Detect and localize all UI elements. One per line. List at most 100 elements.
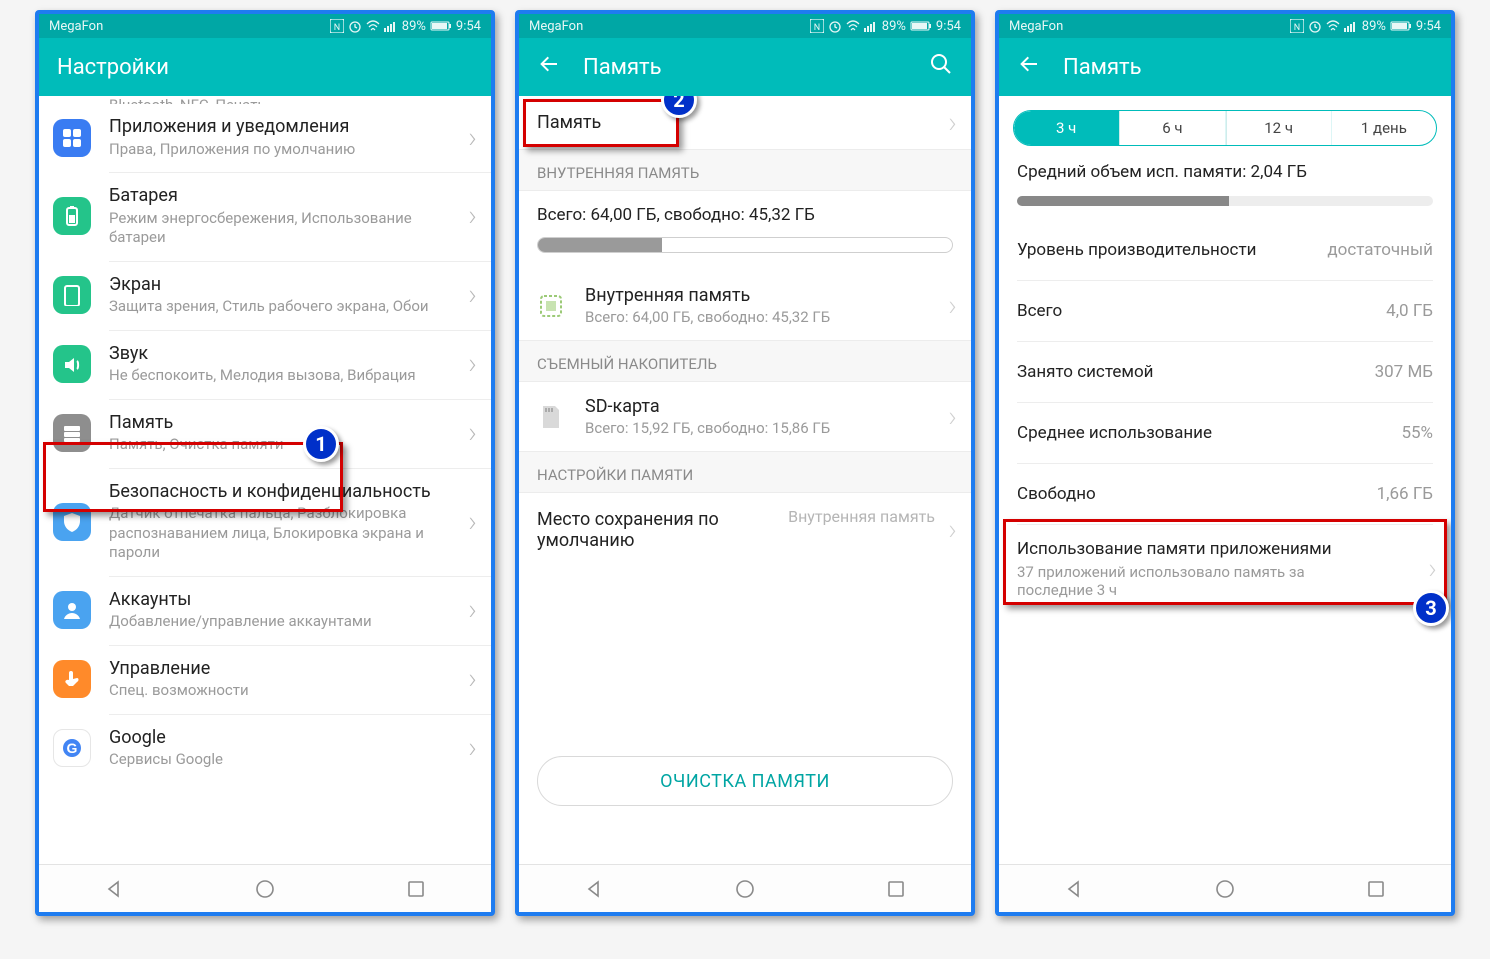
screen-memory: MegaFon 89% 9:54 Память 3 ч 6 ч 12 ч 1 д… [995,10,1455,916]
total-row: Всего4,0 ГБ [999,281,1451,341]
cutoff-row: Bluetooth, NFC, Печать [39,96,491,104]
nfc-icon [810,19,824,33]
page-title: Настройки [57,55,473,80]
battery-pct: 89% [402,19,426,34]
nav-recent-icon[interactable] [885,878,907,900]
settings-list[interactable]: Bluetooth, NFC, Печать Приложения и увед… [39,96,491,864]
section-settings: НАСТРОЙКИ ПАМЯТИ [519,451,971,493]
back-button[interactable] [537,52,561,82]
status-icons: 89% 9:54 [330,19,481,34]
alarm-icon [828,19,842,33]
shield-icon [53,503,91,541]
item-title: Приложения и уведомления [109,116,445,139]
internal-storage-row[interactable]: Внутренняя памятьВсего: 64,00 ГБ, свобод… [519,271,971,340]
nav-back-icon[interactable] [1063,878,1085,900]
signal-icon [384,19,398,33]
clean-storage-button[interactable]: ОЧИСТКА ПАМЯТИ [537,756,953,806]
nav-home-icon[interactable] [1214,878,1236,900]
settings-item-battery[interactable]: БатареяРежим энергосбережения, Использов… [39,173,491,261]
page-title: Память [583,55,907,80]
section-internal: ВНУТРЕННЯЯ ПАМЯТЬ [519,149,971,191]
nav-recent-icon[interactable] [405,878,427,900]
perf-level-row: Уровень производительностидостаточный [999,220,1451,280]
signal-icon [864,19,878,33]
storage-content[interactable]: Память ВНУТРЕННЯЯ ПАМЯТЬ Всего: 64,00 ГБ… [519,96,971,864]
wifi-icon [1326,19,1340,33]
avg-use-row: Среднее использование55% [999,403,1451,463]
storage-bar [537,237,953,253]
memory-bar-fill [1017,196,1229,206]
back-button[interactable] [1017,52,1041,82]
screen-storage: MegaFon 89% 9:54 Память Память ВНУТРЕННЯ… [515,10,975,916]
wifi-icon [846,19,860,33]
ram-row[interactable]: Память [519,96,971,149]
app-bar: Настройки [39,38,491,96]
nav-back-icon[interactable] [103,878,125,900]
account-icon [53,591,91,629]
settings-item-storage[interactable]: ПамятьПамять, Очистка памяти [39,400,491,468]
nav-bar [39,864,491,912]
sd-card-icon [533,399,569,435]
status-bar: MegaFon 89% 9:54 [999,14,1451,38]
settings-item-accounts[interactable]: АккаунтыДобавление/управление аккаунтами [39,577,491,645]
sd-card-row[interactable]: SD-картаВсего: 15,92 ГБ, свободно: 15,86… [519,382,971,451]
display-icon [53,276,91,314]
memory-bar [1017,196,1433,206]
signal-icon [1344,19,1358,33]
carrier-label: MegaFon [49,19,103,34]
tab-3h[interactable]: 3 ч [1014,111,1119,145]
nfc-icon [330,19,344,33]
status-bar: MegaFon 89% 9:54 [519,14,971,38]
storage-icon [53,414,91,452]
summary-text: Всего: 64,00 ГБ, свободно: 45,32 ГБ [537,205,953,225]
nav-bar [999,864,1451,912]
wifi-icon [366,19,380,33]
alarm-icon [348,19,362,33]
battery-icon [53,197,91,235]
page-title: Память [1063,55,1433,80]
time-tabs: 3 ч 6 ч 12 ч 1 день [1013,110,1437,146]
memory-content[interactable]: 3 ч 6 ч 12 ч 1 день Средний объем исп. п… [999,96,1451,864]
nav-home-icon[interactable] [254,878,276,900]
chip-icon [533,288,569,324]
search-button[interactable] [929,52,953,82]
nfc-icon [1290,19,1304,33]
settings-item-google[interactable]: GoogleСервисы Google [39,715,491,783]
settings-item-display[interactable]: ЭкранЗащита зрения, Стиль рабочего экран… [39,262,491,330]
apps-memory-row[interactable]: Использование памяти приложениями 37 при… [999,525,1451,613]
badge-1: 1 [303,426,339,462]
nav-bar [519,864,971,912]
settings-item-accessibility[interactable]: УправлениеСпец. возможности [39,646,491,714]
tab-1d[interactable]: 1 день [1332,111,1436,145]
nav-recent-icon[interactable] [1365,878,1387,900]
storage-summary: Всего: 64,00 ГБ, свободно: 45,32 ГБ [519,191,971,271]
section-removable: СЪЕМНЫЙ НАКОПИТЕЛЬ [519,340,971,382]
storage-bar-fill [538,238,662,252]
battery-icon [430,19,452,33]
hand-icon [53,660,91,698]
settings-item-sound[interactable]: ЗвукНе беспокоить, Мелодия вызова, Вибра… [39,331,491,399]
system-row: Занято системой307 МБ [999,342,1451,402]
nav-back-icon[interactable] [583,878,605,900]
apps-icon [53,119,91,157]
settings-item-security[interactable]: Безопасность и конфиденциальностьДатчик … [39,469,491,576]
tab-6h[interactable]: 6 ч [1119,111,1225,145]
settings-item-apps[interactable]: Приложения и уведомленияПрава, Приложени… [39,104,491,172]
app-bar: Память [999,38,1451,96]
search-icon [929,52,953,76]
nav-home-icon[interactable] [734,878,756,900]
battery-icon [910,19,932,33]
battery-icon [1390,19,1412,33]
clock: 9:54 [456,19,481,34]
sound-icon [53,345,91,383]
default-location-row[interactable]: Место сохранения по умолчанию Внутренняя… [519,493,971,567]
status-bar: MegaFon 89% 9:54 [39,14,491,38]
alarm-icon [1308,19,1322,33]
avg-memory-label: Средний объем исп. памяти: 2,04 ГБ [999,146,1451,186]
screen-settings: MegaFon 89% 9:54 Настройки Bluetooth, NF… [35,10,495,916]
free-row: Свободно1,66 ГБ [999,464,1451,524]
google-icon [53,729,91,767]
item-sub: Права, Приложения по умолчанию [109,140,445,160]
tab-12h[interactable]: 12 ч [1226,111,1332,145]
badge-3: 3 [1413,590,1449,626]
